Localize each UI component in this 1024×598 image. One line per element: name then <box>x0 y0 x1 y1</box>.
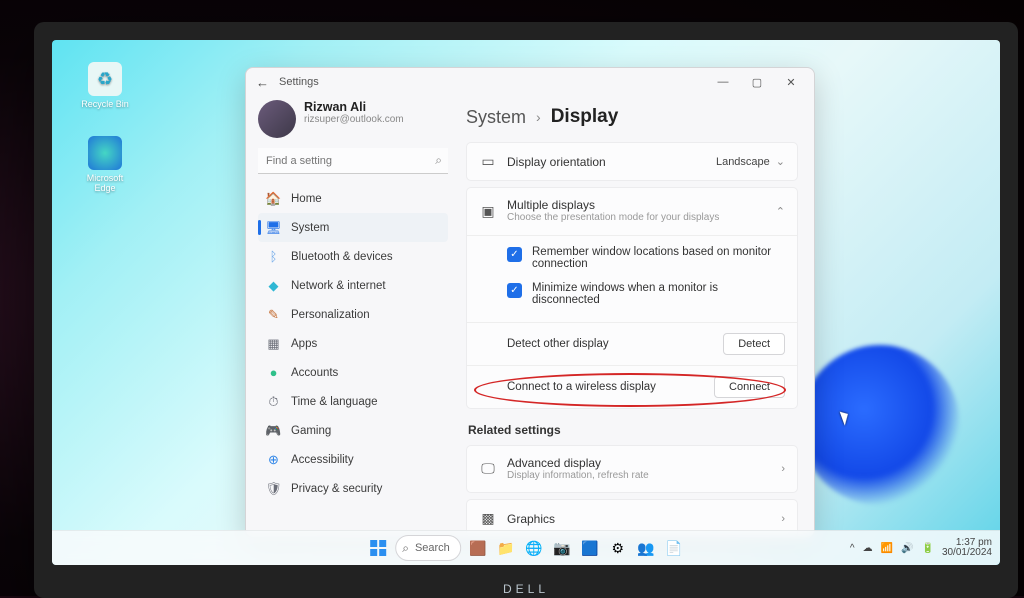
multiple-displays-group: ▣ Multiple displays Choose the presentat… <box>466 187 798 409</box>
sidebar-item-accessibility[interactable]: ⊕ Accessibility <box>258 445 448 474</box>
sidebar-icon: ✎ <box>266 307 281 322</box>
chevron-down-icon: ⌄ <box>776 155 785 168</box>
sidebar-item-label: Network & internet <box>291 280 386 292</box>
taskbar-search[interactable]: ⌕ Search <box>395 535 461 561</box>
wireless-display-row: Connect to a wireless display Connect <box>467 365 797 408</box>
monitor-icon: 🖵 <box>479 460 497 477</box>
sidebar-item-label: Privacy & security <box>291 483 382 495</box>
cloud-icon[interactable]: ☁ <box>863 543 873 554</box>
clock[interactable]: 1:37 pm 30/01/2024 <box>942 538 992 559</box>
taskbar: ⌕ Search 🟫 📁 🌐 📷 🟦 ⚙ 👥 📄 ^ ☁ 📶 🔊 🔋 <box>52 530 1000 565</box>
sidebar-item-label: Apps <box>291 338 317 350</box>
monitor-brand: DELL <box>503 582 549 596</box>
checkbox-minimize-disconnect[interactable]: ✓ Minimize windows when a monitor is dis… <box>507 276 785 312</box>
sidebar-icon: 🖥 <box>266 220 281 235</box>
sidebar-icon: ▦ <box>266 336 281 351</box>
app-title: Settings <box>279 76 319 88</box>
taskbar-app[interactable]: 📄 <box>663 537 685 559</box>
sidebar-icon: ᛒ <box>266 249 281 264</box>
search-icon: ⌕ <box>402 541 409 556</box>
sidebar-item-label: Accessibility <box>291 454 354 466</box>
titlebar: ← Settings — ▢ ✕ <box>246 68 814 96</box>
sidebar: Rizwan Ali rizsuper@outlook.com ⌕ 🏠 Home 🖥… <box>246 96 456 537</box>
battery-icon[interactable]: 🔋 <box>921 543 933 554</box>
sidebar-item-system[interactable]: 🖥 System <box>258 213 448 242</box>
sidebar-item-label: Accounts <box>291 367 338 379</box>
system-tray[interactable]: ^ ☁ 📶 🔊 🔋 1:37 pm 30/01/2024 <box>850 538 992 559</box>
taskbar-app[interactable]: 🟦 <box>579 537 601 559</box>
main-panel[interactable]: System › Display ▭ Display orientation L… <box>456 96 814 537</box>
sidebar-item-home[interactable]: 🏠 Home <box>258 184 448 213</box>
display-orientation-row[interactable]: ▭ Display orientation Landscape ⌄ <box>466 142 798 181</box>
multiple-displays-header[interactable]: ▣ Multiple displays Choose the presentat… <box>467 188 797 235</box>
settings-search[interactable]: ⌕ <box>258 148 448 174</box>
chevron-right-icon: › <box>781 513 785 525</box>
chevron-right-icon: › <box>781 463 785 475</box>
sidebar-item-label: Time & language <box>291 396 378 408</box>
chevron-right-icon: › <box>536 109 541 125</box>
sidebar-icon: 🎮 <box>266 423 281 438</box>
taskbar-app[interactable]: 📁 <box>495 537 517 559</box>
taskbar-app[interactable]: 👥 <box>635 537 657 559</box>
sidebar-icon: ◆ <box>266 278 281 293</box>
close-button[interactable]: ✕ <box>774 70 808 94</box>
check-icon: ✓ <box>507 283 522 298</box>
breadcrumb: System › Display <box>466 106 798 128</box>
user-name: Rizwan Ali <box>304 100 404 114</box>
sidebar-item-label: System <box>291 222 329 234</box>
connect-button[interactable]: Connect <box>714 376 785 398</box>
start-button[interactable] <box>367 537 389 559</box>
taskbar-app[interactable]: 🌐 <box>523 537 545 559</box>
orientation-select[interactable]: Landscape ⌄ <box>716 155 785 168</box>
taskbar-app[interactable]: 📷 <box>551 537 573 559</box>
sidebar-icon: ⏱ <box>266 394 281 409</box>
sidebar-icon: ⊕ <box>266 452 281 467</box>
detect-display-row: Detect other display Detect <box>467 322 797 365</box>
user-email: rizsuper@outlook.com <box>304 114 404 125</box>
back-button[interactable]: ← <box>256 75 269 90</box>
sidebar-item-apps[interactable]: ▦ Apps <box>258 329 448 358</box>
checkbox-remember-locations[interactable]: ✓ Remember window locations based on mon… <box>507 240 785 276</box>
graphics-icon: ▩ <box>479 510 497 527</box>
sidebar-item-label: Home <box>291 193 322 205</box>
maximize-button[interactable]: ▢ <box>740 70 774 94</box>
taskbar-app[interactable]: 🟫 <box>467 537 489 559</box>
tray-chevron-icon[interactable]: ^ <box>850 543 855 554</box>
check-icon: ✓ <box>507 247 522 262</box>
sidebar-item-accounts[interactable]: ● Accounts <box>258 358 448 387</box>
search-input[interactable] <box>258 148 448 174</box>
minimize-button[interactable]: — <box>706 70 740 94</box>
sidebar-item-label: Personalization <box>291 309 370 321</box>
sidebar-icon: 🛡 <box>266 481 281 496</box>
settings-window: ← Settings — ▢ ✕ Rizwan Ali rizsuper@out… <box>245 67 815 538</box>
chevron-up-icon: ⌃ <box>776 205 785 218</box>
taskbar-app[interactable]: ⚙ <box>607 537 629 559</box>
sidebar-icon: 🏠 <box>266 191 281 206</box>
breadcrumb-root[interactable]: System <box>466 107 526 128</box>
sidebar-item-label: Bluetooth & devices <box>291 251 393 263</box>
orientation-icon: ▭ <box>479 153 497 170</box>
desktop-icon-edge[interactable]: Microsoft Edge <box>81 136 129 193</box>
volume-icon[interactable]: 🔊 <box>901 543 913 554</box>
advanced-display-row[interactable]: 🖵 Advanced display Display information, … <box>466 445 798 494</box>
multiple-displays-icon: ▣ <box>479 203 497 220</box>
user-profile[interactable]: Rizwan Ali rizsuper@outlook.com <box>258 100 448 138</box>
wifi-icon[interactable]: 📶 <box>881 543 893 554</box>
desktop-icon-recycle-bin[interactable]: ♻ Recycle Bin <box>81 62 129 109</box>
sidebar-item-bluetooth-devices[interactable]: ᛒ Bluetooth & devices <box>258 242 448 271</box>
sidebar-item-network-internet[interactable]: ◆ Network & internet <box>258 271 448 300</box>
detect-button[interactable]: Detect <box>723 333 785 355</box>
sidebar-item-privacy-security[interactable]: 🛡 Privacy & security <box>258 474 448 503</box>
desktop: ♻ Recycle Bin Microsoft Edge ← Settings … <box>52 40 1000 565</box>
sidebar-item-gaming[interactable]: 🎮 Gaming <box>258 416 448 445</box>
page-title: Display <box>551 106 619 128</box>
search-icon: ⌕ <box>435 153 442 168</box>
sidebar-icon: ● <box>266 365 281 380</box>
sidebar-item-time-language[interactable]: ⏱ Time & language <box>258 387 448 416</box>
sidebar-item-personalization[interactable]: ✎ Personalization <box>258 300 448 329</box>
related-settings-heading: Related settings <box>468 423 798 437</box>
sidebar-item-label: Gaming <box>291 425 331 437</box>
avatar <box>258 100 296 138</box>
